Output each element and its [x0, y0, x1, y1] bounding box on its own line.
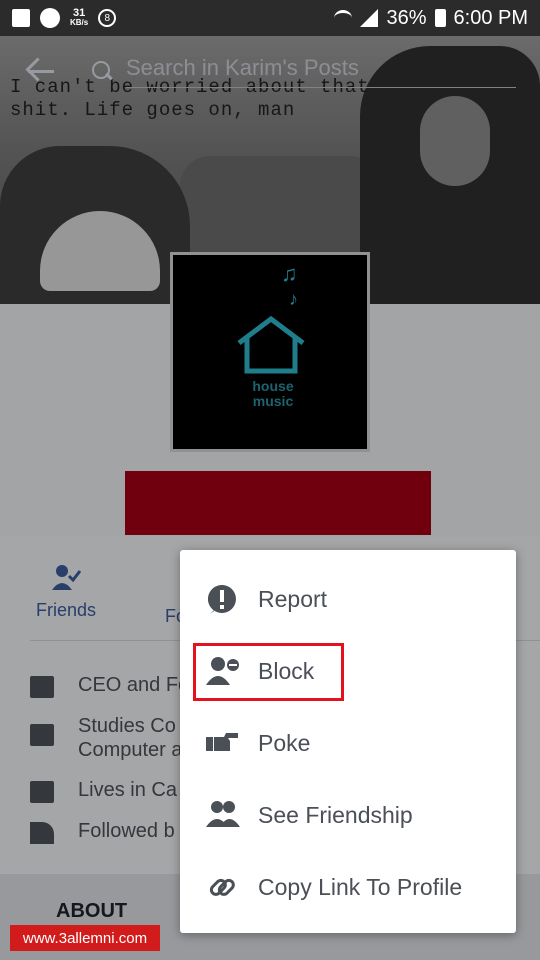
network-speed: 31 KB/s	[70, 8, 88, 28]
network-speed-value: 31	[72, 7, 86, 19]
signal-icon	[360, 9, 379, 27]
menu-item-report[interactable]: Report	[180, 563, 516, 635]
exclamation-icon	[206, 583, 238, 615]
facebook-notification-icon	[12, 9, 30, 27]
menu-item-copy-link[interactable]: Copy Link To Profile	[180, 851, 516, 923]
messenger-notification-icon	[40, 8, 60, 28]
poke-hand-icon	[206, 727, 238, 759]
clock: 6:00 PM	[453, 6, 528, 29]
profile-options-menu: Report Block Poke See Friendship Copy Li…	[180, 550, 516, 933]
link-icon	[206, 871, 238, 903]
status-bar: 31 KB/s 8 36% 6:00 PM	[0, 0, 540, 36]
battery-percent: 36%	[386, 6, 427, 29]
network-speed-unit: KB/s	[70, 18, 89, 27]
menu-item-report-label: Report	[258, 585, 328, 612]
menu-item-see-friendship[interactable]: See Friendship	[180, 779, 516, 851]
wifi-icon	[334, 10, 353, 26]
menu-item-see-friendship-label: See Friendship	[258, 801, 413, 828]
menu-item-poke[interactable]: Poke	[180, 707, 516, 779]
menu-item-poke-label: Poke	[258, 729, 311, 756]
watermark: www.3allemni.com	[10, 925, 160, 951]
menu-item-copy-link-label: Copy Link To Profile	[258, 873, 463, 900]
block-highlight-box	[193, 643, 344, 701]
notification-badge-icon: 8	[98, 9, 117, 27]
friendship-icon	[206, 799, 240, 831]
battery-icon	[434, 9, 446, 27]
